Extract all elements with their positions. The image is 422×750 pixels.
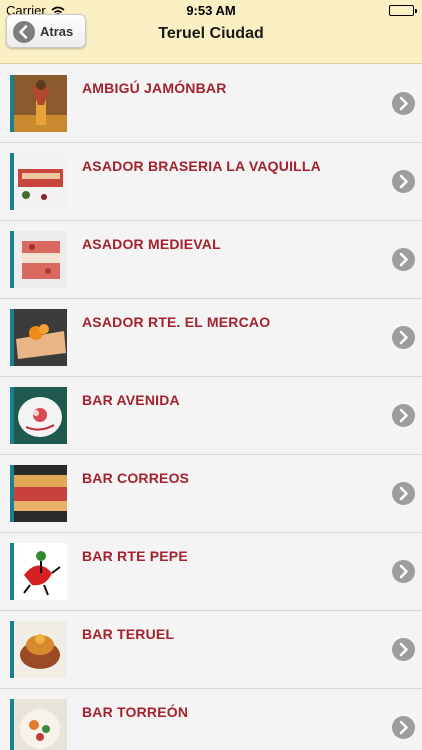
chevron-right-icon[interactable] (392, 170, 415, 193)
restaurant-thumbnail (14, 153, 67, 210)
restaurant-thumbnail (14, 387, 67, 444)
chevron-right-icon[interactable] (392, 482, 415, 505)
list-item[interactable]: BAR RTE PEPE (0, 533, 422, 611)
chevron-right-icon[interactable] (392, 716, 415, 739)
restaurant-name: BAR TERUEL (82, 626, 175, 642)
restaurant-thumbnail (14, 75, 67, 132)
chevron-right-icon[interactable] (392, 92, 415, 115)
restaurant-list: AMBIGÚ JAMÓNBAR ASADOR BRASERIA LA VAQUI… (0, 65, 422, 750)
restaurant-thumbnail (14, 699, 67, 750)
navigation-bar: Atras Teruel Ciudad (0, 14, 422, 64)
list-item[interactable]: BAR AVENIDA (0, 377, 422, 455)
chevron-right-icon[interactable] (392, 248, 415, 271)
restaurant-thumbnail (14, 543, 67, 600)
list-item[interactable]: ASADOR RTE. EL MERCAO (0, 299, 422, 377)
list-item[interactable]: AMBIGÚ JAMÓNBAR (0, 65, 422, 143)
chevron-right-icon[interactable] (392, 560, 415, 583)
restaurant-thumbnail (14, 465, 67, 522)
restaurant-thumbnail (14, 231, 67, 288)
restaurant-thumbnail (14, 309, 67, 366)
list-item[interactable]: ASADOR MEDIEVAL (0, 221, 422, 299)
battery-icon (389, 5, 417, 16)
chevron-right-icon[interactable] (392, 638, 415, 661)
restaurant-name: ASADOR BRASERIA LA VAQUILLA (82, 158, 321, 174)
restaurant-name: BAR TORREÓN (82, 704, 189, 720)
restaurant-thumbnail (14, 621, 67, 678)
restaurant-name: BAR AVENIDA (82, 392, 180, 408)
list-item[interactable]: BAR CORREOS (0, 455, 422, 533)
page-title: Teruel Ciudad (158, 25, 264, 42)
restaurant-name: ASADOR MEDIEVAL (82, 236, 221, 252)
list-item[interactable]: BAR TERUEL (0, 611, 422, 689)
chevron-right-icon[interactable] (392, 404, 415, 427)
restaurant-name: BAR RTE PEPE (82, 548, 188, 564)
restaurant-name: ASADOR RTE. EL MERCAO (82, 314, 271, 330)
list-item[interactable]: BAR TORREÓN (0, 689, 422, 750)
restaurant-name: BAR CORREOS (82, 470, 190, 486)
restaurant-name: AMBIGÚ JAMÓNBAR (82, 80, 227, 96)
list-item[interactable]: ASADOR BRASERIA LA VAQUILLA (0, 143, 422, 221)
chevron-right-icon[interactable] (392, 326, 415, 349)
